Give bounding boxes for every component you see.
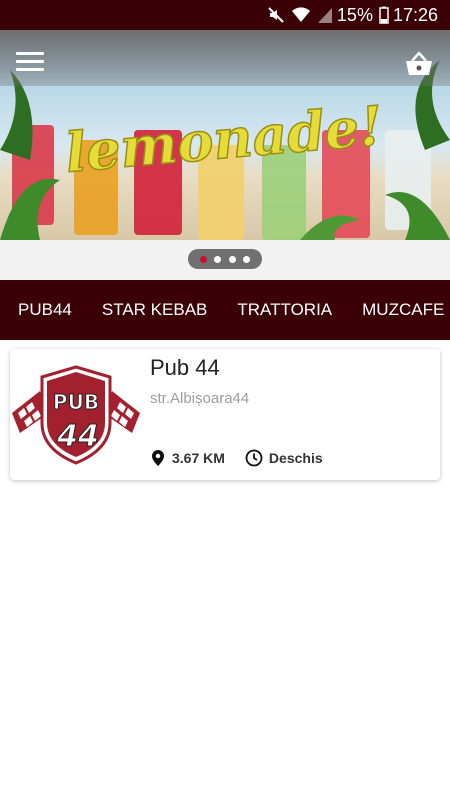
restaurant-meta: 3.67 KM Deschis <box>150 449 343 467</box>
clock-icon <box>245 449 263 467</box>
carousel-dot[interactable] <box>243 255 251 263</box>
location-pin-icon <box>150 449 166 467</box>
battery-percent: 15% <box>336 4 373 25</box>
carousel-dot[interactable] <box>228 255 236 263</box>
tab-star-kebab[interactable]: STAR KEBAB <box>87 280 223 340</box>
battery-icon <box>379 6 389 24</box>
tab-muzcafe[interactable]: MUZCAFE <box>347 280 450 340</box>
restaurant-address: str.Albișoara44 <box>150 390 250 407</box>
carousel-dot[interactable] <box>214 255 222 263</box>
carousel-dot[interactable] <box>199 255 207 263</box>
tab-pub44[interactable]: PUB44 <box>0 280 87 340</box>
toolbar <box>0 30 450 86</box>
signal-icon <box>317 6 333 24</box>
logo-text-bottom: 44 <box>56 419 99 454</box>
category-tabs: PUB44 STAR KEBAB TRATTORIA MUZCAFE <box>0 280 450 340</box>
clock: 17:26 <box>392 4 438 25</box>
restaurant-distance: 3.67 KM <box>172 450 225 466</box>
mute-icon <box>267 6 285 24</box>
carousel-indicator[interactable] <box>188 249 262 269</box>
wifi-icon <box>291 6 311 24</box>
status-bar: 15% 17:26 <box>0 0 450 30</box>
hero-banner[interactable]: lemonade! <box>0 30 450 280</box>
tab-trattoria[interactable]: TRATTORIA <box>222 280 347 340</box>
logo-text-top: PUB <box>53 390 99 414</box>
restaurant-card[interactable]: PUB 44 Pub 44 str.Albișoara44 3.67 KM De… <box>10 349 440 480</box>
restaurant-logo: PUB 44 <box>12 365 140 465</box>
menu-icon[interactable] <box>16 52 44 74</box>
restaurant-name: Pub 44 <box>150 355 220 380</box>
restaurant-status: Deschis <box>268 450 323 466</box>
cart-icon[interactable] <box>404 50 434 78</box>
